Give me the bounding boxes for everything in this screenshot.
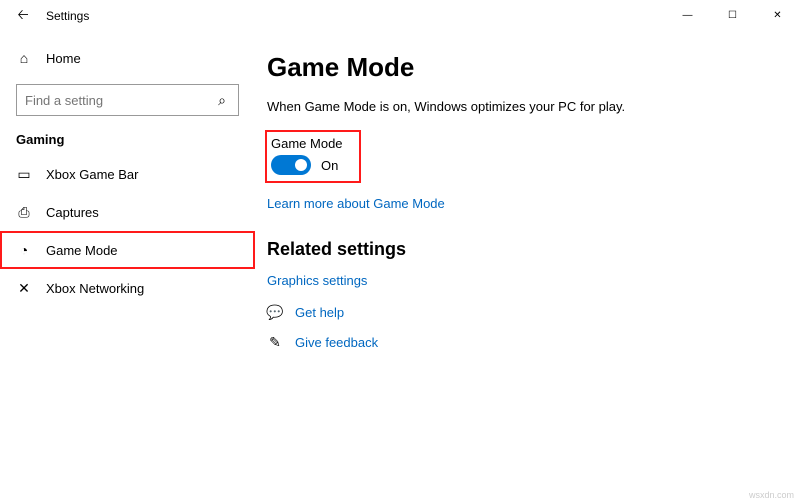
app-title: Settings bbox=[46, 9, 89, 23]
sidebar-item-xbox-game-bar[interactable]: ▭ Xbox Game Bar bbox=[0, 155, 255, 193]
page-description: When Game Mode is on, Windows optimizes … bbox=[267, 99, 770, 114]
sidebar-item-label: Xbox Game Bar bbox=[46, 167, 139, 182]
back-button[interactable]: 🡠 bbox=[8, 1, 38, 31]
sidebar-item-xbox-networking[interactable]: ✕ Xbox Networking bbox=[0, 269, 255, 307]
maximize-button[interactable]: ☐ bbox=[710, 0, 755, 30]
get-help-icon: 💬 bbox=[267, 304, 283, 320]
get-help-row: 💬 Get help bbox=[267, 304, 770, 320]
home-icon: ⌂ bbox=[16, 50, 32, 66]
content-pane: Game Mode When Game Mode is on, Windows … bbox=[255, 32, 800, 504]
search-icon: ⌕ bbox=[214, 92, 230, 108]
back-arrow-icon: 🡠 bbox=[17, 4, 28, 28]
close-icon: ✕ bbox=[773, 10, 781, 21]
xbox-networking-icon: ✕ bbox=[16, 280, 32, 296]
search-box[interactable]: ⌕ bbox=[16, 84, 239, 116]
nav-home-label: Home bbox=[46, 51, 81, 66]
sidebar-item-captures[interactable]: ⎙ Captures bbox=[0, 193, 255, 231]
search-input[interactable] bbox=[25, 93, 205, 108]
sidebar-item-label: Captures bbox=[46, 205, 99, 220]
game-mode-toggle-section: Game Mode On bbox=[267, 132, 359, 181]
game-mode-icon: ◔ bbox=[16, 242, 32, 258]
toggle-state-label: On bbox=[321, 158, 338, 173]
captures-icon: ⎙ bbox=[16, 204, 32, 220]
sidebar-item-game-mode[interactable]: ◔ Game Mode bbox=[0, 231, 255, 269]
watermark: wsxdn.com bbox=[749, 490, 794, 500]
toggle-label: Game Mode bbox=[271, 136, 343, 151]
toggle-knob bbox=[295, 159, 307, 171]
xbox-game-bar-icon: ▭ bbox=[16, 166, 32, 182]
sidebar-item-label: Game Mode bbox=[46, 243, 118, 258]
sidebar-item-label: Xbox Networking bbox=[46, 281, 144, 296]
sidebar-section-header: Gaming bbox=[0, 132, 255, 155]
game-mode-toggle[interactable] bbox=[271, 155, 311, 175]
related-settings-heading: Related settings bbox=[267, 239, 770, 260]
get-help-link[interactable]: Get help bbox=[295, 305, 344, 320]
minimize-button[interactable]: — bbox=[665, 0, 710, 30]
give-feedback-link[interactable]: Give feedback bbox=[295, 335, 378, 350]
learn-more-link[interactable]: Learn more about Game Mode bbox=[267, 196, 445, 211]
minimize-icon: — bbox=[683, 10, 693, 21]
page-title: Game Mode bbox=[267, 52, 770, 83]
nav-home[interactable]: ⌂ Home bbox=[0, 40, 255, 76]
maximize-icon: ☐ bbox=[728, 10, 737, 21]
feedback-icon: ✎ bbox=[267, 334, 283, 350]
give-feedback-row: ✎ Give feedback bbox=[267, 334, 770, 350]
sidebar: ⌂ Home ⌕ Gaming ▭ Xbox Game Bar ⎙ Captur… bbox=[0, 32, 255, 504]
close-button[interactable]: ✕ bbox=[755, 0, 800, 30]
graphics-settings-link[interactable]: Graphics settings bbox=[267, 273, 367, 288]
